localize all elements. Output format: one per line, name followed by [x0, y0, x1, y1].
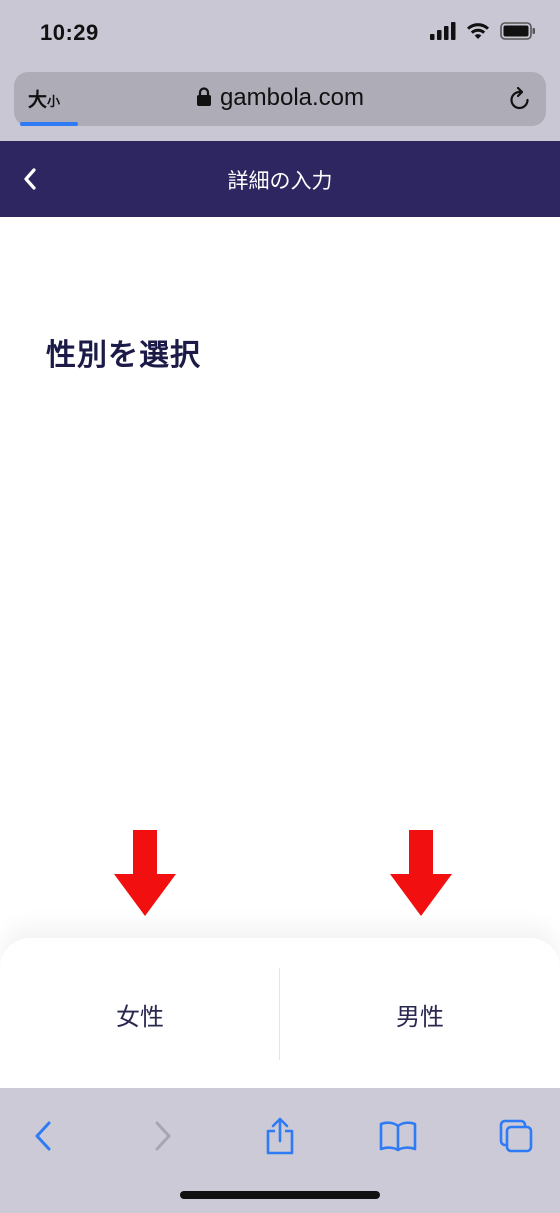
share-button[interactable] [258, 1114, 302, 1158]
status-time: 10:29 [40, 20, 99, 45]
down-arrow-icon [390, 830, 452, 916]
down-arrow-icon [114, 830, 176, 916]
domain-text: gambola.com [219, 84, 365, 111]
status-icons [430, 22, 536, 40]
wifi-icon [467, 23, 489, 39]
back-icon [35, 1121, 51, 1151]
page-load-progress [20, 122, 78, 126]
app-header: 詳細の入力 [0, 141, 560, 217]
browser-toolbar [0, 1088, 560, 1213]
browser-back-button[interactable] [21, 1114, 65, 1158]
cellular-signal-icon [430, 22, 456, 40]
main-content: 性別を選択 [0, 217, 560, 937]
tabs-button[interactable] [494, 1114, 538, 1158]
browser-top-chrome: 10:29 大小 gambola.com [0, 0, 560, 141]
female-option-button[interactable]: 女性 [0, 938, 280, 1090]
browser-forward-button[interactable] [141, 1114, 185, 1158]
battery-icon [500, 22, 535, 40]
forward-icon [155, 1121, 171, 1151]
bookmarks-button[interactable] [376, 1114, 420, 1158]
bookmarks-icon [379, 1121, 417, 1152]
tabs-icon [499, 1119, 533, 1153]
gender-select-sheet: 女性 男性 [0, 938, 560, 1090]
page-title: 詳細の入力 [227, 169, 333, 193]
reload-icon [510, 86, 529, 110]
lock-icon [196, 87, 211, 106]
reload-button[interactable] [508, 86, 532, 116]
share-icon [266, 1117, 294, 1155]
male-option-button[interactable]: 男性 [280, 938, 560, 1090]
section-heading: 性別を選択 [46, 338, 201, 373]
home-indicator [180, 1191, 380, 1199]
address-bar[interactable]: 大小 gambola.com [14, 72, 546, 126]
url-display[interactable]: gambola.com [14, 84, 546, 112]
